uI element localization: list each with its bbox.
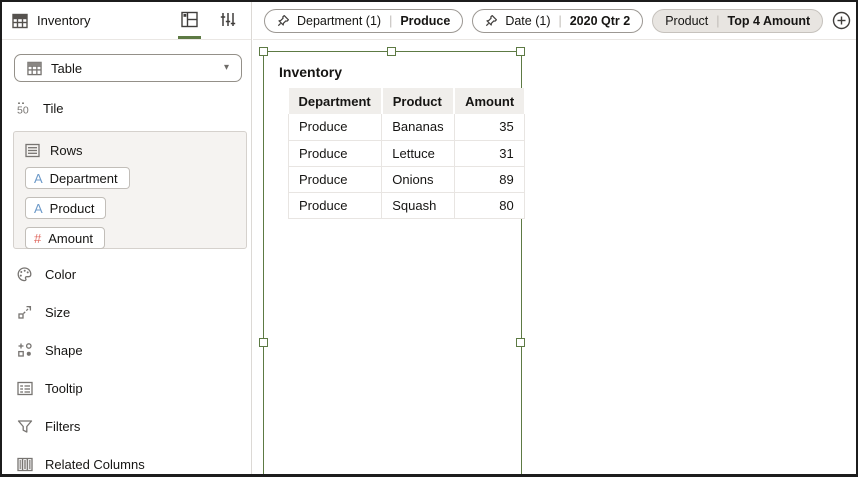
svg-text:50: 50: [17, 105, 29, 117]
viz-type-dropdown[interactable]: Table ▾: [14, 54, 242, 82]
prop-label: Tooltip: [45, 380, 83, 396]
cell-product[interactable]: Lettuce: [381, 140, 455, 167]
tab-grammar[interactable]: [178, 2, 201, 39]
tile-icon: 50: [16, 100, 32, 116]
attribute-icon: A: [34, 170, 43, 186]
field-pill-department[interactable]: A Department: [25, 167, 130, 189]
filter-pill-date[interactable]: Date (1) | 2020 Qtr 2: [472, 8, 644, 33]
size-icon: [16, 304, 33, 320]
chevron-down-icon: ▾: [223, 62, 229, 73]
prop-label: Related Columns: [45, 456, 145, 472]
resize-handle-top-left[interactable]: [259, 47, 268, 56]
prop-label: Filters: [45, 418, 81, 434]
tab-properties[interactable]: [217, 2, 239, 39]
table-row[interactable]: Produce Bananas 35: [287, 114, 525, 141]
rows-drop-zone: Rows A Department A Product # Amount: [13, 131, 247, 249]
column-header-amount[interactable]: Amount: [454, 88, 525, 114]
drop-target-filters[interactable]: Filters: [2, 407, 250, 445]
resize-handle-top-center[interactable]: [387, 47, 396, 56]
drop-target-color[interactable]: Color: [2, 255, 250, 293]
cell-product[interactable]: Bananas: [381, 114, 455, 141]
settings-sliders-icon: [220, 11, 236, 28]
resize-handle-mid-left[interactable]: [259, 338, 268, 347]
filter-separator: |: [716, 13, 720, 28]
cell-amount[interactable]: 31: [454, 140, 525, 167]
grammar-panel-icon: [181, 11, 198, 28]
filter-name: Date (1): [505, 13, 551, 28]
cell-department[interactable]: Produce: [287, 114, 383, 141]
column-header-department[interactable]: Department: [288, 88, 383, 114]
viz-title: Inventory: [279, 64, 343, 80]
resize-handle-top-right[interactable]: [516, 47, 525, 56]
grammar-properties: Color Size Shape Tooltip Filters Related…: [2, 255, 250, 474]
related-columns-icon: [16, 457, 33, 472]
filter-pill-product-top4[interactable]: Product | Top 4 Amount: [652, 8, 824, 33]
table-viz-icon: [12, 13, 28, 29]
cell-amount[interactable]: 80: [454, 192, 525, 219]
filter-separator: |: [389, 13, 393, 28]
tooltip-icon: [16, 381, 33, 396]
drop-target-tooltip[interactable]: Tooltip: [2, 369, 250, 407]
cell-amount[interactable]: 35: [454, 114, 525, 141]
cell-department[interactable]: Produce: [287, 166, 383, 193]
table-row[interactable]: Produce Onions 89: [287, 166, 525, 193]
field-pill-amount[interactable]: # Amount: [25, 227, 106, 249]
prop-label: Shape: [45, 342, 83, 358]
field-label: Department: [49, 170, 118, 186]
filter-bar: Department (1) | Produce Date (1) | 2020…: [253, 2, 856, 40]
cell-department[interactable]: Produce: [287, 192, 383, 219]
tile-target[interactable]: 50 Tile: [16, 96, 236, 120]
filter-value: Top 4 Amount: [727, 13, 811, 28]
related-columns-item[interactable]: Related Columns: [2, 445, 250, 474]
filter-name: Product: [665, 13, 709, 28]
rows-icon: [25, 143, 40, 158]
filter-value: Produce: [400, 13, 451, 28]
drop-target-shape[interactable]: Shape: [2, 331, 250, 369]
field-label: Product: [49, 200, 95, 216]
filter-name: Department (1): [297, 13, 382, 28]
field-pill-product[interactable]: A Product: [25, 197, 107, 219]
prop-label: Color: [45, 266, 77, 282]
attribute-icon: A: [34, 200, 43, 216]
cell-amount[interactable]: 89: [454, 166, 525, 193]
tile-label: Tile: [43, 100, 64, 116]
filter-separator: |: [558, 13, 562, 28]
filter-pill-department[interactable]: Department (1) | Produce: [264, 8, 464, 33]
resize-handle-mid-right[interactable]: [516, 338, 525, 347]
table-header-row: Department Product Amount: [288, 88, 525, 114]
cell-department[interactable]: Produce: [287, 140, 383, 167]
sidebar-header: Inventory: [2, 2, 251, 40]
filter-value: 2020 Qtr 2: [569, 13, 631, 28]
plus-circle-icon: [832, 11, 851, 30]
inventory-table[interactable]: Department Product Amount Produce Banana…: [287, 88, 525, 219]
drop-target-size[interactable]: Size: [2, 293, 250, 331]
table-row[interactable]: Produce Lettuce 31: [287, 140, 525, 167]
viz-type-value: Table: [51, 60, 83, 76]
funnel-icon: [16, 419, 33, 434]
pin-icon: [277, 14, 290, 27]
canvas-body: Inventory Department Product Amount Prod…: [253, 40, 856, 474]
rows-section-label: Rows: [50, 142, 83, 158]
prop-label: Size: [45, 304, 71, 320]
sidebar-tabs: [178, 2, 239, 39]
grammar-sidebar: Inventory Table ▾ 50 Tile Rows A Departm…: [2, 2, 252, 474]
field-label: Amount: [48, 230, 94, 246]
canvas-area: Department (1) | Produce Date (1) | 2020…: [253, 2, 856, 474]
table-viz-icon: [27, 61, 42, 76]
table-row[interactable]: Produce Squash 80: [287, 192, 525, 219]
measure-icon: #: [34, 230, 42, 246]
column-header-product[interactable]: Product: [381, 88, 456, 114]
color-palette-icon: [16, 266, 33, 283]
cell-product[interactable]: Onions: [381, 166, 455, 193]
panel-title: Inventory: [37, 13, 91, 28]
add-filter-button[interactable]: [832, 11, 853, 30]
app-window: Inventory Table ▾ 50 Tile Rows A Departm…: [0, 0, 858, 477]
shape-icon: [16, 342, 33, 358]
cell-product[interactable]: Squash: [381, 192, 455, 219]
pin-icon: [485, 14, 498, 27]
rows-section-header: Rows: [25, 140, 236, 160]
